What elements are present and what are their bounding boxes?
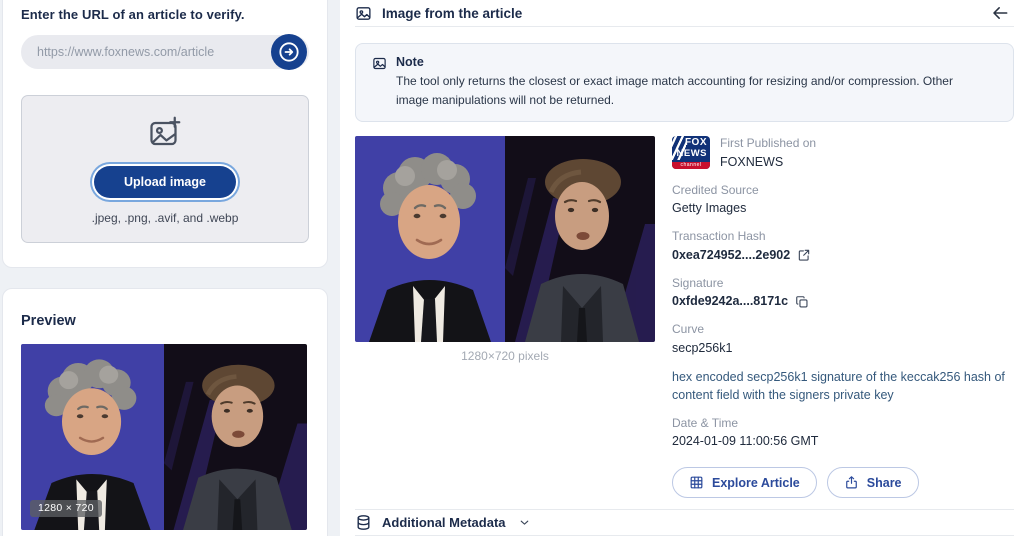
- fox-news-logo: FOX NEWS channel: [672, 136, 710, 169]
- url-input-wrap: [21, 35, 309, 69]
- credited-source-value: Getty Images: [672, 200, 1014, 217]
- signature-row: 0xfde9242a....8171c: [672, 293, 1014, 310]
- article-url-input[interactable]: [21, 35, 309, 69]
- note-box: Note The tool only returns the closest o…: [355, 43, 1014, 122]
- upload-image-button[interactable]: Upload image: [94, 166, 236, 198]
- upload-formats-text: .jpeg, .png, .avif, and .webp: [92, 211, 239, 225]
- result-content: 1280×720 pixels FOX NEWS channel First P…: [355, 136, 1014, 498]
- result-panel: Image from the article Note The tool onl…: [340, 0, 1024, 536]
- additional-metadata-toggle[interactable]: Additional Metadata: [355, 510, 1014, 535]
- back-button[interactable]: [986, 1, 1014, 25]
- upload-dropzone[interactable]: Upload image .jpeg, .png, .avif, and .we…: [21, 95, 309, 243]
- datetime-label: Date & Time: [672, 416, 1014, 432]
- image-icon: [355, 5, 372, 22]
- header-divider: [355, 26, 1014, 27]
- preview-card: Preview 1280 × 720: [2, 288, 328, 536]
- left-sidebar: Enter the URL of an article to verify.: [0, 0, 340, 536]
- image-dimensions-caption: 1280×720 pixels: [355, 349, 655, 363]
- share-button[interactable]: Share: [827, 467, 919, 498]
- explore-article-button[interactable]: Explore Article: [672, 467, 817, 498]
- image-size-badge: 1280 × 720: [30, 500, 102, 517]
- logo-text-channel: channel: [672, 162, 710, 169]
- publisher-row: FOX NEWS channel First Published on FOXN…: [672, 136, 1014, 170]
- url-verify-card: Enter the URL of an article to verify.: [2, 0, 328, 268]
- credited-source-group: Credited Source Getty Images: [672, 183, 1014, 217]
- submit-url-button[interactable]: [271, 34, 307, 70]
- article-image: [355, 136, 655, 342]
- explore-article-label: Explore Article: [712, 476, 800, 490]
- actions-row: Explore Article Share: [672, 467, 1014, 498]
- arrow-left-icon: [990, 3, 1010, 23]
- datetime-group: Date & Time 2024-01-09 11:00:56 GMT: [672, 416, 1014, 450]
- share-icon: [844, 475, 859, 490]
- copy-icon[interactable]: [795, 295, 809, 309]
- preview-image: 1280 × 720: [21, 344, 307, 530]
- additional-metadata-title: Additional Metadata: [382, 515, 506, 530]
- article-photo-artwork: [355, 136, 655, 342]
- signature-description: hex encoded secp256k1 signature of the k…: [672, 368, 1007, 404]
- arrow-right-circle-icon: [276, 39, 302, 65]
- publisher-label: First Published on: [720, 136, 816, 152]
- signature-label: Signature: [672, 276, 1014, 292]
- signature-value: 0xfde9242a....8171c: [672, 293, 788, 310]
- grid-icon: [689, 475, 704, 490]
- transaction-hash-label: Transaction Hash: [672, 229, 1014, 245]
- credited-source-label: Credited Source: [672, 183, 1014, 199]
- note-title: Note: [396, 55, 971, 69]
- transaction-hash-row: 0xea724952....2e902: [672, 247, 1014, 264]
- transaction-hash-group: Transaction Hash 0xea724952....2e902: [672, 229, 1014, 263]
- preview-heading: Preview: [21, 313, 311, 329]
- logo-beams: [672, 136, 686, 160]
- chevron-down-icon: [518, 516, 531, 529]
- publisher-value: FOXNEWS: [720, 154, 816, 171]
- database-icon: [355, 514, 372, 531]
- curve-value: secp256k1: [672, 340, 1014, 357]
- image-plus-icon: [147, 114, 183, 155]
- curve-group: Curve secp256k1: [672, 322, 1014, 356]
- note-content: Note The tool only returns the closest o…: [396, 55, 971, 109]
- article-image-figure: 1280×720 pixels: [355, 136, 655, 498]
- signature-group: Signature 0xfde9242a....8171c: [672, 276, 1014, 310]
- note-body: The tool only returns the closest or exa…: [396, 72, 971, 109]
- verify-tool-app: Enter the URL of an article to verify.: [0, 0, 1024, 536]
- url-section-heading: Enter the URL of an article to verify.: [21, 7, 309, 22]
- share-label: Share: [867, 476, 902, 490]
- result-panel-header: Image from the article: [355, 0, 1014, 26]
- metadata-column: FOX NEWS channel First Published on FOXN…: [672, 136, 1014, 498]
- panel-title: Image from the article: [382, 6, 522, 21]
- publisher-info: First Published on FOXNEWS: [720, 136, 816, 170]
- datetime-value: 2024-01-09 11:00:56 GMT: [672, 433, 1014, 450]
- curve-label: Curve: [672, 322, 1014, 338]
- external-link-icon[interactable]: [797, 248, 811, 262]
- transaction-hash-value: 0xea724952....2e902: [672, 247, 790, 264]
- image-icon: [372, 56, 387, 109]
